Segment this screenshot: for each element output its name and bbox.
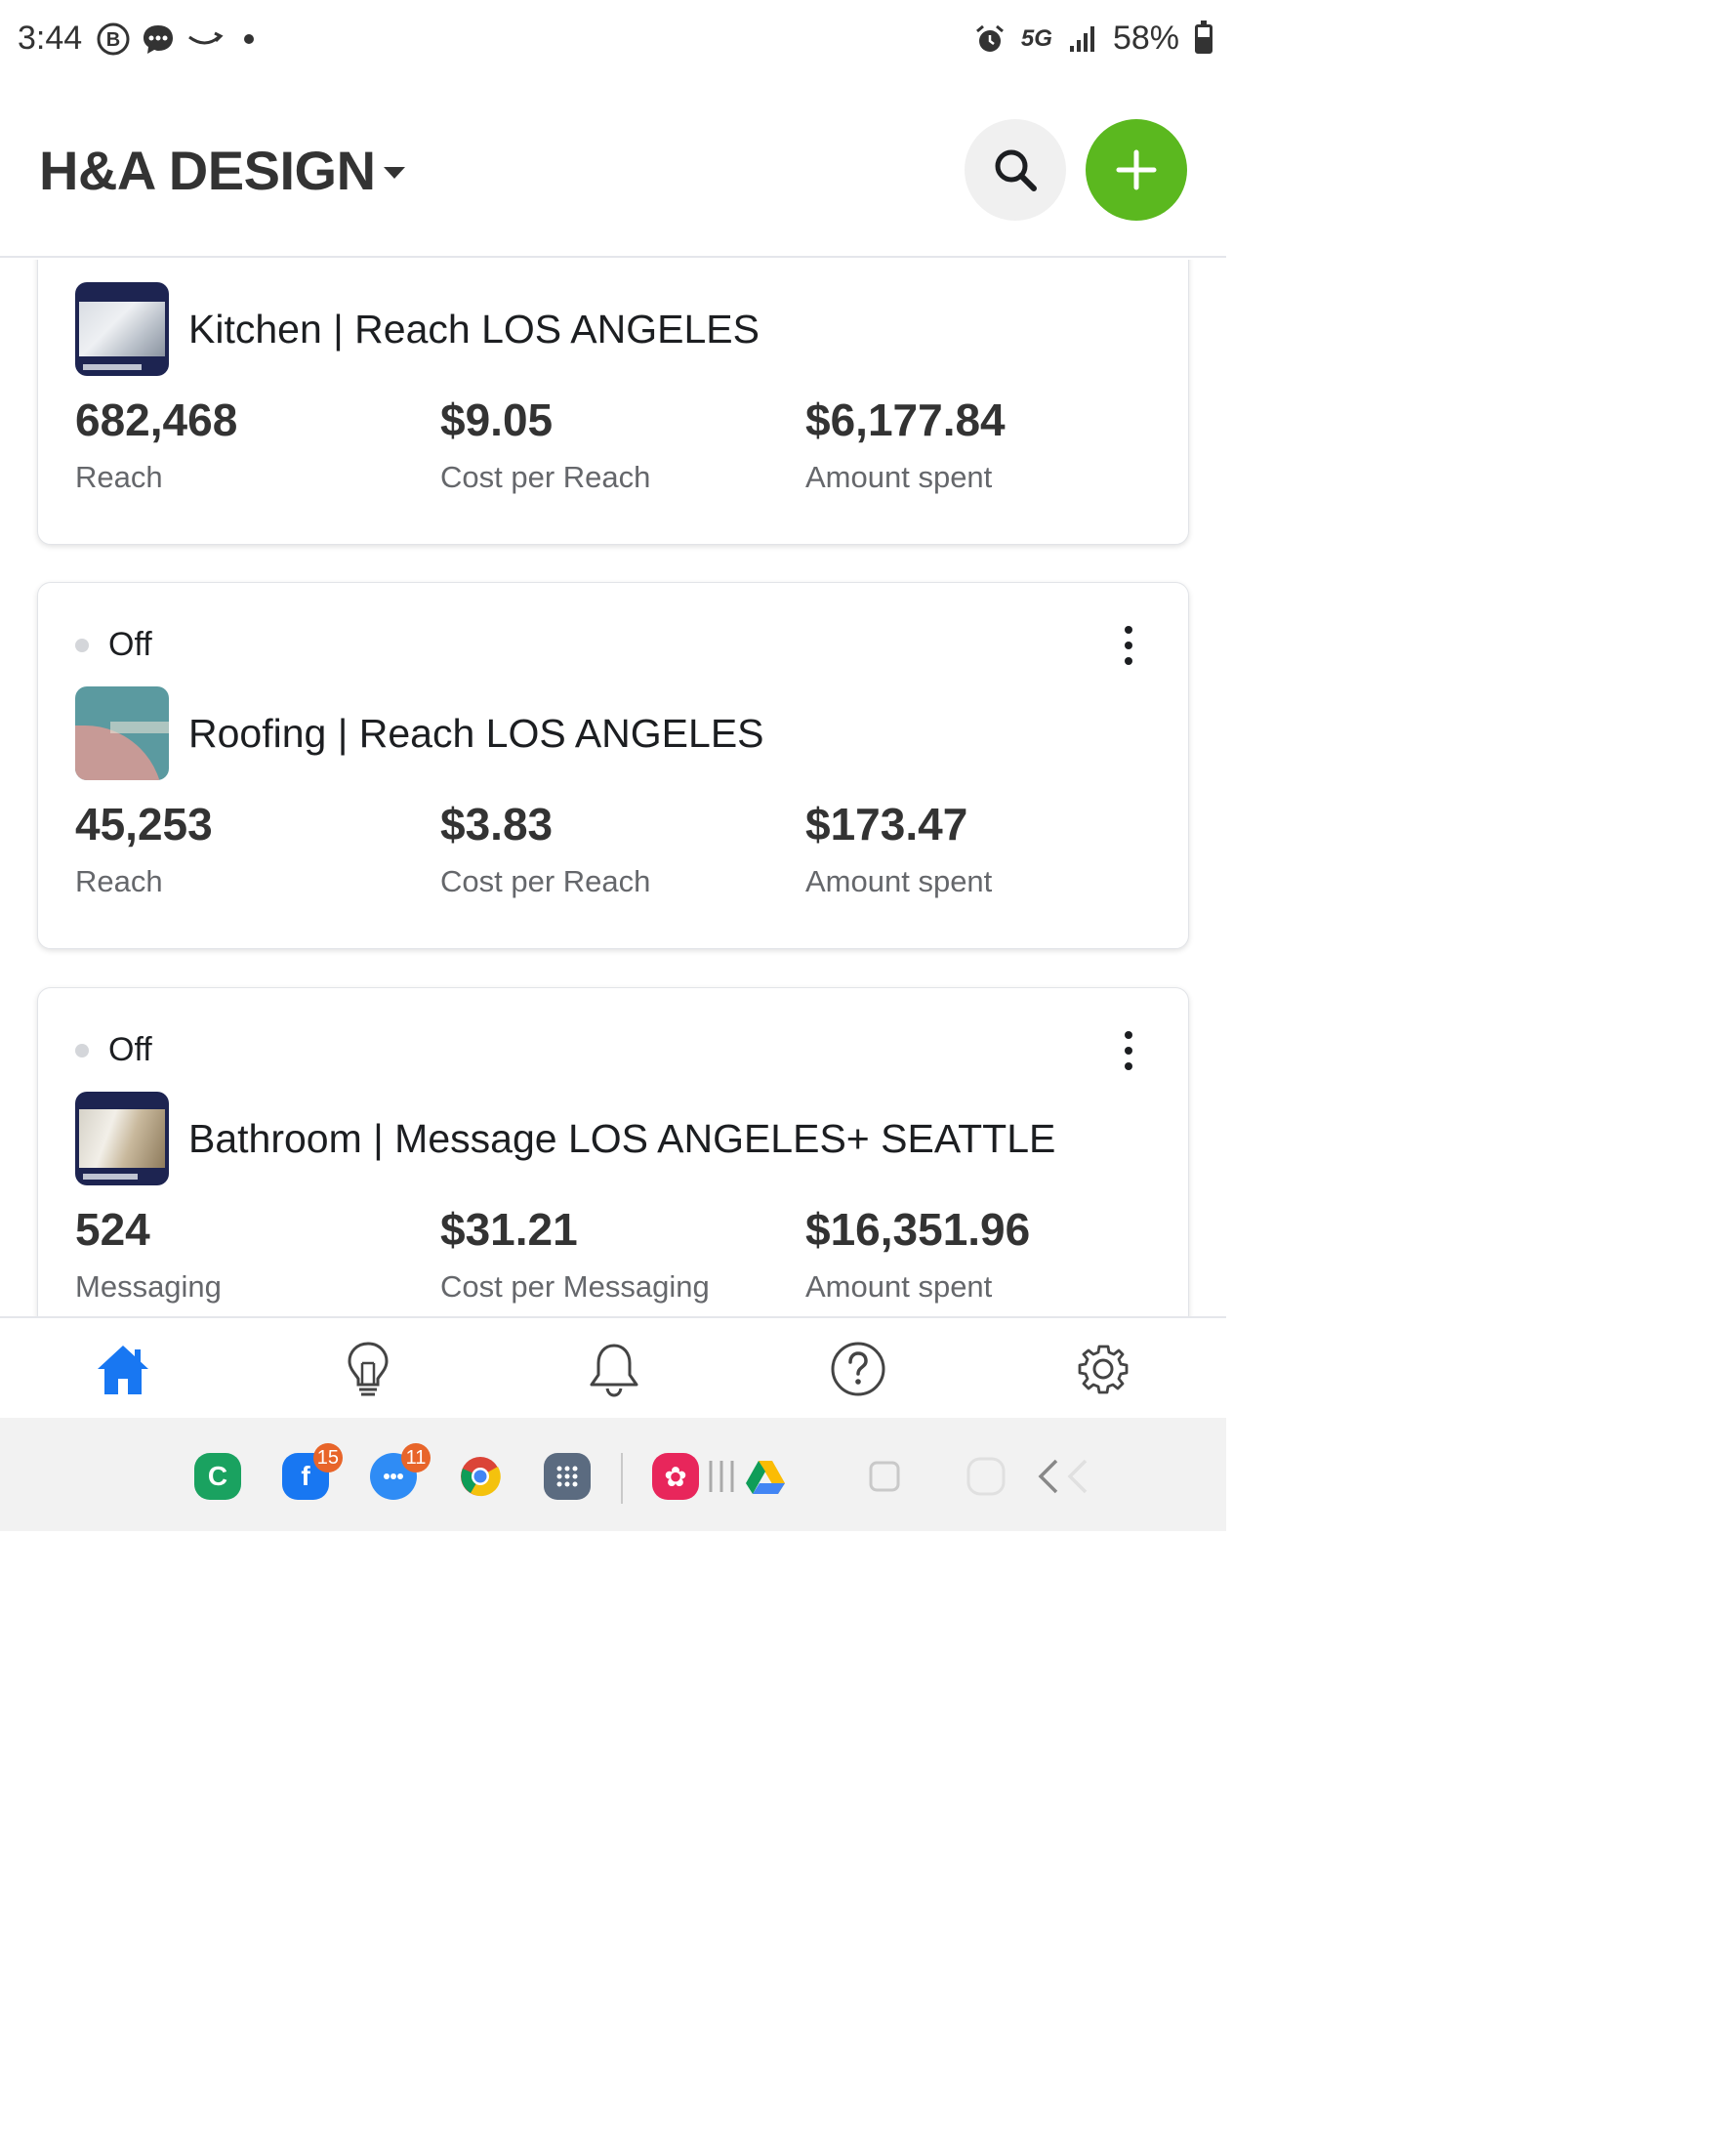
metric-value: $173.47 (805, 799, 968, 850)
metric-label: Amount spent (805, 864, 993, 898)
metric-value: $9.05 (440, 394, 554, 445)
nav-help[interactable] (827, 1338, 889, 1400)
dock-separator (621, 1453, 623, 1504)
metric-amount-spent: $16,351.96 Amount spent (805, 1203, 1030, 1305)
metric-results: 524 Messaging (75, 1203, 222, 1305)
more-options-button[interactable] (1114, 626, 1143, 665)
nav-notifications[interactable] (583, 1338, 645, 1400)
battery-percent: 58% (1112, 20, 1179, 57)
metric-cost: $9.05 Cost per Reach (440, 394, 650, 495)
bottom-navigation (0, 1316, 1226, 1418)
campaign-name: Roofing | Reach LOS ANGELES (188, 710, 764, 756)
campaign-card[interactable]: Kitchen | Reach LOS ANGELES 682,468 Reac… (37, 260, 1189, 545)
campaign-thumbnail (75, 686, 169, 780)
metric-amount-spent: $6,177.84 Amount spent (805, 394, 1006, 495)
system-dock: C f 15 11 ✿ (0, 1418, 1226, 1531)
metric-label: Cost per Reach (440, 864, 651, 898)
status-dot-icon (75, 1043, 89, 1057)
campaign-card[interactable]: Off Roofing | Reach LOS ANGELES 45,253 R… (37, 582, 1189, 949)
recents-button[interactable] (861, 1453, 908, 1500)
notification-badge: 11 (401, 1443, 431, 1472)
metric-value: $6,177.84 (805, 394, 1006, 445)
status-label: Off (108, 626, 152, 663)
account-name: H&A DESIGN (39, 140, 376, 201)
messages-icon[interactable]: 11 (370, 1443, 431, 1500)
nav-settings[interactable] (1072, 1338, 1134, 1400)
bell-icon (590, 1344, 638, 1397)
chat-bubble-icon (144, 25, 173, 54)
facebook-icon[interactable]: f 15 (282, 1443, 343, 1500)
c-app-icon[interactable]: C (194, 1453, 241, 1500)
metric-label: Cost per Reach (440, 460, 651, 494)
home-icon (98, 1346, 148, 1394)
caret-down-icon (383, 166, 405, 179)
metric-label: Cost per Messaging (440, 1269, 710, 1304)
app-header: H&A DESIGN (0, 78, 1226, 258)
metric-label: Reach (75, 864, 163, 898)
alarm-icon (975, 24, 1004, 52)
account-switcher[interactable]: H&A DESIGN (39, 139, 405, 202)
metric-value: $3.83 (440, 799, 554, 850)
campaign-title-row: Kitchen | Reach LOS ANGELES (75, 282, 760, 376)
back-button[interactable] (1033, 1453, 1095, 1500)
app-drawer-icon[interactable] (544, 1453, 591, 1500)
recent-apps-divider-icon (703, 1453, 740, 1500)
metric-label: Amount spent (805, 1269, 993, 1304)
amazon-smile-icon (188, 31, 224, 45)
status-bar: 3:44 B 5G 58% (0, 0, 1226, 78)
metric-value: 45,253 (75, 799, 213, 850)
nav-insights[interactable] (337, 1338, 399, 1400)
settings-icon (1078, 1345, 1129, 1394)
metric-value: $16,351.96 (805, 1204, 1031, 1255)
metric-amount-spent: $173.47 Amount spent (805, 798, 992, 899)
lightbulb-icon (348, 1342, 389, 1396)
status-right: 5G 58% (974, 20, 1212, 58)
metric-label: Reach (75, 460, 163, 494)
dot-icon (244, 34, 254, 44)
search-button[interactable] (965, 119, 1066, 221)
help-icon (831, 1342, 885, 1396)
network-type: 5G (1020, 24, 1052, 52)
metric-value: 682,468 (75, 394, 238, 445)
campaign-thumbnail (75, 282, 169, 376)
notification-icons: B (96, 21, 264, 57)
metric-value: $31.21 (440, 1204, 578, 1255)
metric-results: 45,253 Reach (75, 798, 213, 899)
svg-text:B: B (106, 29, 120, 51)
status-dot-icon (75, 638, 89, 652)
metric-results: 682,468 Reach (75, 394, 237, 495)
campaign-thumbnail (75, 1092, 169, 1185)
more-options-button[interactable] (1114, 1031, 1143, 1070)
home-button[interactable] (963, 1453, 1009, 1500)
metric-cost: $31.21 Cost per Messaging (440, 1203, 710, 1305)
signal-icon (1069, 25, 1094, 52)
campaign-card[interactable]: Off Bathroom | Message LOS ANGELES+ SEAT… (37, 987, 1189, 1316)
chrome-icon[interactable] (457, 1453, 504, 1500)
plus-icon (1116, 149, 1157, 190)
notification-badge: 15 (312, 1443, 343, 1472)
metric-label: Amount spent (805, 460, 993, 494)
campaign-status: Off (75, 626, 152, 664)
status-label: Off (108, 1031, 152, 1068)
campaign-title-row: Roofing | Reach LOS ANGELES (75, 686, 764, 780)
metric-value: 524 (75, 1204, 150, 1255)
metric-label: Messaging (75, 1269, 222, 1304)
drive-icon[interactable] (742, 1453, 789, 1500)
flower-app-icon[interactable]: ✿ (652, 1453, 699, 1500)
campaign-list[interactable]: Kitchen | Reach LOS ANGELES 682,468 Reac… (0, 260, 1226, 1316)
search-icon (995, 149, 1037, 191)
campaign-name: Bathroom | Message LOS ANGELES+ SEATTLE (188, 1115, 1056, 1161)
create-button[interactable] (1086, 119, 1187, 221)
battery-icon (1195, 20, 1212, 54)
metric-cost: $3.83 Cost per Reach (440, 798, 650, 899)
nav-home[interactable] (92, 1338, 154, 1400)
campaign-name: Kitchen | Reach LOS ANGELES (188, 306, 760, 352)
b-circle-icon: B (97, 22, 130, 56)
campaign-title-row: Bathroom | Message LOS ANGELES+ SEATTLE (75, 1092, 1055, 1185)
status-time: 3:44 (18, 20, 83, 57)
campaign-status: Off (75, 1031, 152, 1069)
